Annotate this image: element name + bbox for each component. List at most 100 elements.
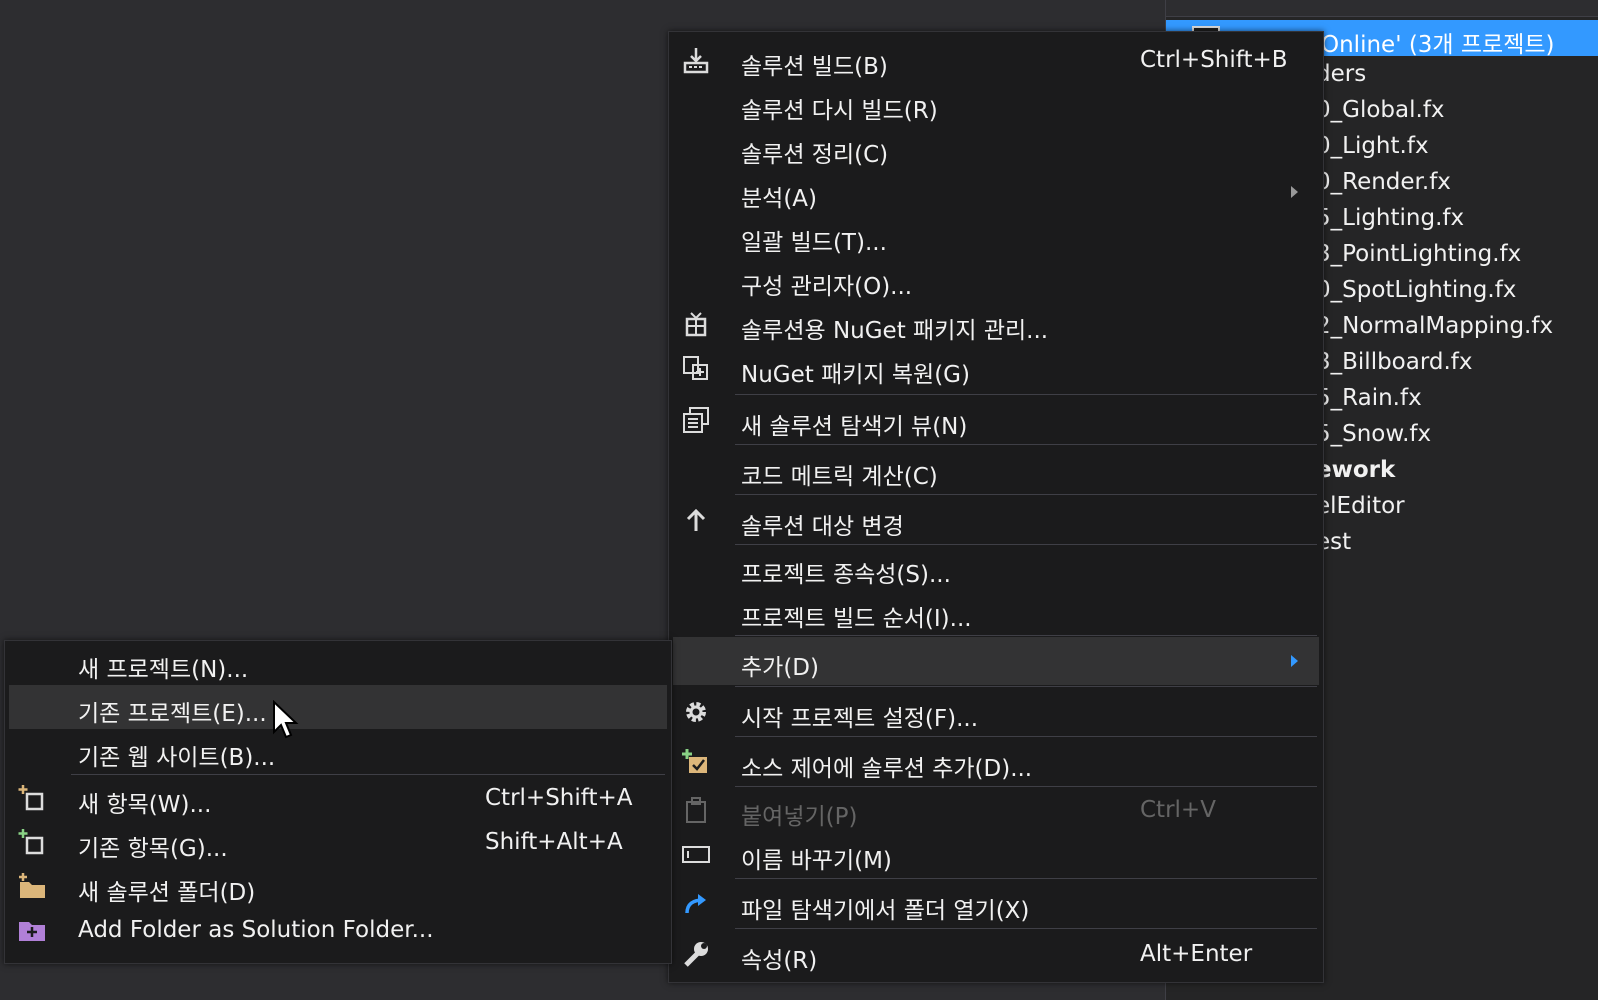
shortcut-label: Shift+Alt+A bbox=[485, 829, 623, 855]
menu-item-label: 이름 바꾸기(M) bbox=[741, 848, 892, 874]
menu-item-label: 파일 탐색기에서 폴더 열기(X) bbox=[741, 898, 1030, 924]
tree-item[interactable]: 3_PointLighting.fx bbox=[1316, 241, 1521, 267]
menu-separator bbox=[735, 736, 1317, 737]
up-arrow-icon bbox=[681, 505, 711, 535]
menu-item-restore-nuget[interactable]: NuGet 패키지 복원(G) bbox=[669, 346, 1323, 390]
tree-item[interactable]: elEditor bbox=[1316, 493, 1405, 519]
tree-item[interactable]: 2_NormalMapping.fx bbox=[1316, 313, 1553, 339]
tree-item[interactable]: 3_Billboard.fx bbox=[1316, 349, 1473, 375]
menu-item-add-to-source-control[interactable]: 소스 제어에 솔루션 추가(D)... bbox=[669, 738, 1323, 786]
menu-item-label: 붙여넣기(P) bbox=[741, 804, 858, 830]
tree-item[interactable]: 0_Light.fx bbox=[1316, 133, 1429, 159]
tree-item[interactable]: 5_Rain.fx bbox=[1316, 385, 1422, 411]
menu-item-code-metrics[interactable]: 코드 메트릭 계산(C) bbox=[669, 446, 1323, 494]
solution-explorer-view-icon bbox=[681, 405, 711, 435]
menu-item-new-solution-folder[interactable]: 새 솔루션 폴더(D) bbox=[5, 864, 671, 908]
tree-item[interactable]: 0_SpotLighting.fx bbox=[1316, 277, 1516, 303]
wrench-icon bbox=[681, 939, 711, 969]
menu-item-open-in-file-explorer[interactable]: 파일 탐색기에서 폴더 열기(X) bbox=[669, 880, 1323, 928]
menu-item-project-dependencies[interactable]: 프로젝트 종속성(S)... bbox=[669, 546, 1323, 590]
menu-item-new-explorer-view[interactable]: 새 솔루션 탐색기 뷰(N) bbox=[669, 396, 1323, 444]
tree-item[interactable]: 5_Snow.fx bbox=[1316, 421, 1431, 447]
menu-item-set-startup-projects[interactable]: 시작 프로젝트 설정(F)... bbox=[669, 688, 1323, 736]
menu-item-new-project[interactable]: 새 프로젝트(N)... bbox=[5, 641, 671, 685]
menu-item-clean-solution[interactable]: 솔루션 정리(C) bbox=[669, 126, 1323, 170]
menu-item-label: 기존 프로젝트(E)... bbox=[78, 701, 267, 727]
explorer-toolbar bbox=[1166, 0, 1598, 17]
menu-item-rename[interactable]: 이름 바꾸기(M) bbox=[669, 832, 1323, 876]
menu-item-add[interactable]: 추가(D) bbox=[673, 637, 1319, 685]
menu-item-label: 시작 프로젝트 설정(F)... bbox=[741, 706, 979, 732]
menu-separator bbox=[735, 928, 1317, 929]
menu-item-retarget-solution[interactable]: 솔루션 대상 변경 bbox=[669, 496, 1323, 544]
menu-separator bbox=[735, 635, 1317, 636]
menu-item-existing-item[interactable]: 기존 항목(G)... Shift+Alt+A bbox=[5, 820, 671, 864]
menu-item-properties[interactable]: 속성(R) Alt+Enter bbox=[669, 930, 1323, 978]
purple-folder-icon bbox=[17, 915, 47, 945]
menu-item-label: 기존 항목(G)... bbox=[78, 836, 228, 862]
menu-item-rebuild-solution[interactable]: 솔루션 다시 빌드(R) bbox=[669, 82, 1323, 126]
menu-item-label: 솔루션 대상 변경 bbox=[741, 514, 904, 540]
gear-icon bbox=[681, 697, 711, 727]
solution-node-label: Online' (3개 프로젝트) bbox=[1321, 32, 1555, 58]
menu-item-label: Add Folder as Solution Folder... bbox=[78, 917, 434, 943]
menu-item-configuration-manager[interactable]: 구성 관리자(O)... bbox=[669, 258, 1323, 302]
tree-item-project[interactable]: ework bbox=[1316, 457, 1395, 483]
menu-item-label: 기존 웹 사이트(B)... bbox=[78, 745, 276, 771]
menu-separator bbox=[735, 494, 1317, 495]
menu-separator bbox=[735, 786, 1317, 787]
add-submenu: 새 프로젝트(N)... 기존 프로젝트(E)... 기존 웹 사이트(B)..… bbox=[4, 640, 672, 964]
shortcut-label: Ctrl+V bbox=[1140, 797, 1216, 823]
paste-icon bbox=[681, 795, 711, 825]
menu-item-label: 구성 관리자(O)... bbox=[741, 274, 913, 300]
submenu-arrow-icon bbox=[1291, 655, 1298, 667]
new-folder-icon bbox=[17, 871, 47, 901]
menu-item-label: 솔루션 빌드(B) bbox=[741, 54, 888, 80]
menu-separator bbox=[735, 544, 1317, 545]
menu-separator bbox=[735, 444, 1317, 445]
menu-item-label: 솔루션 다시 빌드(R) bbox=[741, 98, 938, 124]
menu-item-project-build-order[interactable]: 프로젝트 빌드 순서(I)... bbox=[669, 590, 1323, 634]
new-item-icon bbox=[17, 783, 47, 813]
menu-item-label: 일괄 빌드(T)... bbox=[741, 230, 887, 256]
tree-item[interactable]: 0_Global.fx bbox=[1316, 97, 1445, 123]
shortcut-label: Ctrl+Shift+B bbox=[1140, 47, 1288, 73]
tree-item[interactable]: 0_Render.fx bbox=[1316, 169, 1451, 195]
menu-item-label: 분석(A) bbox=[741, 186, 818, 212]
menu-item-existing-project[interactable]: 기존 프로젝트(E)... bbox=[9, 685, 667, 729]
menu-separator bbox=[735, 394, 1317, 395]
menu-item-label: 새 항목(W)... bbox=[78, 792, 212, 818]
tree-item[interactable]: 5_Lighting.fx bbox=[1316, 205, 1464, 231]
menu-item-label: 새 프로젝트(N)... bbox=[78, 657, 249, 683]
nuget-package-icon bbox=[681, 309, 711, 339]
submenu-arrow-icon bbox=[1291, 186, 1298, 198]
shortcut-label: Alt+Enter bbox=[1140, 941, 1253, 967]
build-icon bbox=[681, 45, 711, 75]
menu-item-label: 솔루션 정리(C) bbox=[741, 142, 889, 168]
source-control-add-icon bbox=[681, 747, 711, 777]
menu-separator bbox=[71, 774, 665, 775]
menu-item-label: 추가(D) bbox=[741, 655, 819, 681]
rename-icon bbox=[681, 839, 711, 869]
menu-separator bbox=[735, 878, 1317, 879]
menu-item-label: 솔루션용 NuGet 패키지 관리... bbox=[741, 318, 1049, 344]
menu-item-label: 속성(R) bbox=[741, 948, 818, 974]
nuget-restore-icon bbox=[681, 353, 711, 383]
solution-context-menu: 솔루션 빌드(B) Ctrl+Shift+B 솔루션 다시 빌드(R) 솔루션 … bbox=[668, 31, 1324, 983]
menu-item-label: 프로젝트 빌드 순서(I)... bbox=[741, 606, 972, 632]
existing-item-icon bbox=[17, 827, 47, 857]
menu-item-batch-build[interactable]: 일괄 빌드(T)... bbox=[669, 214, 1323, 258]
menu-item-existing-website[interactable]: 기존 웹 사이트(B)... bbox=[5, 729, 671, 773]
menu-item-label: 프로젝트 종속성(S)... bbox=[741, 562, 951, 588]
menu-item-add-folder-as-solution-folder[interactable]: Add Folder as Solution Folder... bbox=[5, 908, 671, 952]
menu-item-paste[interactable]: 붙여넣기(P) Ctrl+V bbox=[669, 788, 1323, 832]
menu-item-label: 새 솔루션 폴더(D) bbox=[78, 880, 256, 906]
menu-item-manage-nuget[interactable]: 솔루션용 NuGet 패키지 관리... bbox=[669, 302, 1323, 346]
menu-item-new-item[interactable]: 새 항목(W)... Ctrl+Shift+A bbox=[5, 776, 671, 820]
menu-item-label: 새 솔루션 탐색기 뷰(N) bbox=[741, 414, 968, 440]
menu-item-analyze[interactable]: 분석(A) bbox=[669, 170, 1323, 214]
menu-item-label: 소스 제어에 솔루션 추가(D)... bbox=[741, 756, 1033, 782]
redo-arrow-icon bbox=[681, 889, 711, 919]
menu-item-build-solution[interactable]: 솔루션 빌드(B) Ctrl+Shift+B bbox=[669, 38, 1323, 82]
menu-item-label: NuGet 패키지 복원(G) bbox=[741, 362, 970, 388]
